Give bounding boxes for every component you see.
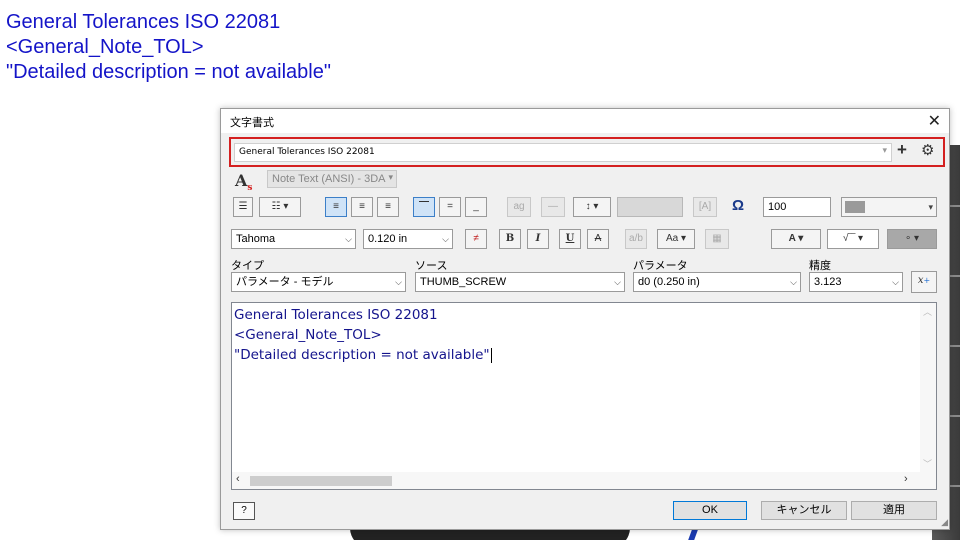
width-factor-field[interactable]: 100 <box>763 197 831 217</box>
chevron-down-icon: ⌵ <box>442 234 449 244</box>
scroll-left-icon[interactable]: ‹ <box>236 473 240 485</box>
style-name-value: General Tolerances ISO 22081 <box>239 147 375 157</box>
scroll-down-icon[interactable]: ﹀ <box>923 457 932 470</box>
font-size-select[interactable]: 0.120 in ⌵ <box>363 229 453 249</box>
hline-icon[interactable]: — <box>541 197 565 217</box>
text-color-select[interactable]: A ▾ <box>771 229 821 249</box>
editor-line-2: <General_Note_TOL> <box>234 327 382 343</box>
case-icon[interactable]: Aa ▾ <box>657 229 695 249</box>
chevron-down-icon: ⌵ <box>790 277 797 287</box>
ok-button[interactable]: OK <box>673 501 747 520</box>
horizontal-scrollbar[interactable]: ‹ › <box>232 472 936 489</box>
italic-button[interactable]: I <box>527 229 549 249</box>
chevron-down-icon: ▾ <box>388 172 393 182</box>
precision-value: 3.123 <box>814 276 842 288</box>
width-factor-value: 100 <box>768 201 787 213</box>
precision-select[interactable]: 3.123 ⌵ <box>809 272 903 292</box>
degree-glyph: ∘ <box>904 233 912 244</box>
bullet-list-icon[interactable]: ☰ <box>233 197 253 217</box>
chevron-down-icon: ▾ <box>928 202 933 212</box>
plus-icon[interactable]: + <box>897 140 907 160</box>
close-icon[interactable]: ✕ <box>928 111 941 131</box>
chevron-down-icon: ⌵ <box>395 277 402 287</box>
parameter-label: パラメータ <box>633 260 688 272</box>
precision-label: 精度 <box>809 260 831 272</box>
type-select[interactable]: パラメータ - モデル ⌵ <box>231 272 406 292</box>
dialog-title: 文字書式 <box>230 117 274 129</box>
color-select[interactable]: ▾ <box>841 197 937 217</box>
font-select[interactable]: Tahoma ⌵ <box>231 229 356 249</box>
style-selector-row: General Tolerances ISO 22081 ▾ + ⚙ <box>229 137 945 167</box>
source-select[interactable]: THUMB_SCREW ⌵ <box>415 272 625 292</box>
color-swatch <box>845 201 865 213</box>
insert-parameter-button[interactable]: x+ <box>911 271 937 293</box>
apply-button[interactable]: 適用 <box>851 501 937 520</box>
chevron-down-icon[interactable]: ▾ <box>882 146 887 156</box>
line-spacing-icon[interactable]: ↕ ▾ <box>573 197 611 217</box>
font-size-value: 0.120 in <box>368 233 408 245</box>
text-color-glyph: A <box>788 233 796 244</box>
parameter-value: d0 (0.250 in) <box>638 276 700 288</box>
note-line-1: General Tolerances ISO 22081 <box>6 11 281 33</box>
text-style-select[interactable]: Note Text (ANSI) - 3DA ▾ <box>267 170 397 188</box>
text-style-icon: As <box>235 171 253 194</box>
editor-line-3-row: "Detailed description = not available" <box>234 345 492 365</box>
cancel-button[interactable]: キャンセル <box>761 501 847 520</box>
chevron-down-icon: ⌵ <box>892 277 899 287</box>
source-value: THUMB_SCREW <box>420 276 507 288</box>
underline-button[interactable]: U <box>559 229 581 249</box>
type-label: タイプ <box>231 260 264 272</box>
scroll-thumb[interactable] <box>250 476 392 486</box>
text-caret <box>490 347 492 363</box>
bold-button[interactable]: B <box>499 229 521 249</box>
scroll-right-icon[interactable]: › <box>904 473 908 485</box>
chevron-down-icon: ⌵ <box>345 234 352 244</box>
gear-icon[interactable]: ⚙ <box>921 141 934 159</box>
degree-select[interactable]: ∘ ▾ <box>887 229 937 249</box>
align-left-icon[interactable]: ≡ <box>325 197 347 217</box>
editor-content[interactable]: General Tolerances ISO 22081 <General_No… <box>234 305 492 365</box>
fit-text-icon[interactable]: [A] <box>693 197 717 217</box>
valign-middle-icon[interactable]: = <box>439 197 461 217</box>
fraction-icon[interactable]: a/b <box>625 229 647 249</box>
font-value: Tahoma <box>236 233 276 245</box>
align-center-icon[interactable]: ≡ <box>351 197 373 217</box>
resize-grip-icon[interactable]: ◢ <box>941 517 948 528</box>
style-name-combo[interactable]: General Tolerances ISO 22081 ▾ <box>234 143 892 162</box>
editor-line-3: "Detailed description = not available" <box>234 347 490 363</box>
background-note: General Tolerances ISO 22081 <General_No… <box>6 10 331 85</box>
title-bar[interactable]: 文字書式 ✕ <box>221 109 949 133</box>
text-stack-icon[interactable]: ≠ <box>465 229 487 249</box>
align-right-icon[interactable]: ≡ <box>377 197 399 217</box>
editor-line-1: General Tolerances ISO 22081 <box>234 307 438 323</box>
text-editor[interactable]: General Tolerances ISO 22081 <General_No… <box>231 302 937 490</box>
source-label: ソース <box>415 260 448 272</box>
scroll-up-icon[interactable]: ︿ <box>923 305 932 318</box>
symbol-select[interactable]: √‾‾ ▾ <box>827 229 879 249</box>
valign-top-icon[interactable]: ⎺ <box>413 197 435 217</box>
numbered-list-icon[interactable]: ☷ ▾ <box>259 197 301 217</box>
parameter-select[interactable]: d0 (0.250 in) ⌵ <box>633 272 801 292</box>
text-style-value: Note Text (ANSI) - 3DA <box>272 173 386 185</box>
model-edge-highlight <box>688 530 698 540</box>
vertical-scrollbar[interactable]: ︿ ﹀ <box>920 303 936 473</box>
stack-icon[interactable]: ag <box>507 197 531 217</box>
note-line-3: "Detailed description = not available" <box>6 61 331 83</box>
note-line-2: <General_Note_TOL> <box>6 36 204 58</box>
strikethrough-button[interactable]: A <box>587 229 609 249</box>
symbol-icon[interactable]: ▦ <box>705 229 729 249</box>
omega-icon[interactable]: Ω <box>732 197 744 214</box>
valign-bottom-icon[interactable]: _ <box>465 197 487 217</box>
type-value: パラメータ - モデル <box>236 276 334 288</box>
line-spacing-value[interactable] <box>617 197 683 217</box>
stage: General Tolerances ISO 22081 <General_No… <box>0 0 960 540</box>
chevron-down-icon: ⌵ <box>614 277 621 287</box>
help-icon[interactable]: ? <box>233 502 255 520</box>
text-format-dialog: 文字書式 ✕ General Tolerances ISO 22081 ▾ + … <box>220 108 950 530</box>
sqrt-glyph: √ <box>843 233 849 244</box>
